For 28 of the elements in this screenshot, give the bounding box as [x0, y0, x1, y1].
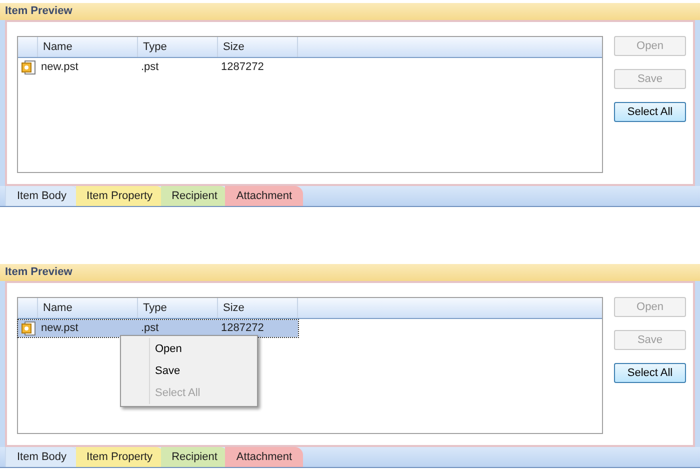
column-header[interactable]: Name	[38, 298, 138, 318]
table-cell-text: 1287272	[220, 60, 265, 76]
file-icon	[20, 60, 36, 75]
menu-item[interactable]: Save	[121, 360, 257, 382]
column-header[interactable]: Size	[218, 298, 298, 318]
column-header[interactable]: Type	[138, 298, 218, 318]
table-cell-text: .pst	[140, 60, 160, 76]
column-header[interactable]: Size	[218, 37, 298, 57]
tab[interactable]: Item Property	[76, 447, 164, 467]
tab[interactable]: Item Property	[76, 186, 164, 206]
tab[interactable]: Attachment	[225, 186, 304, 206]
table-cell-text: new.pst	[40, 60, 80, 76]
file-row[interactable]: new.pst .pst 1287272	[18, 59, 298, 76]
panel-title: Item Preview	[0, 264, 700, 281]
panel-title: Item Preview	[0, 3, 700, 20]
action-button[interactable]: Select All	[614, 102, 686, 122]
action-button[interactable]: Select All	[614, 363, 686, 383]
tab[interactable]: Item Body	[5, 447, 79, 467]
menu-item[interactable]: Open	[121, 338, 257, 360]
table-cell-text: 1287272	[220, 321, 265, 336]
column-header[interactable]: Name	[38, 37, 138, 57]
file-icon	[20, 321, 36, 336]
column-header[interactable]: Type	[138, 37, 218, 57]
table-cell-text: new.pst	[40, 321, 80, 336]
table-cell-text: .pst	[140, 321, 160, 336]
tab[interactable]: Attachment	[225, 447, 304, 467]
tab[interactable]: Item Body	[5, 186, 79, 206]
file-row[interactable]: new.pst .pst 1287272	[18, 320, 298, 337]
